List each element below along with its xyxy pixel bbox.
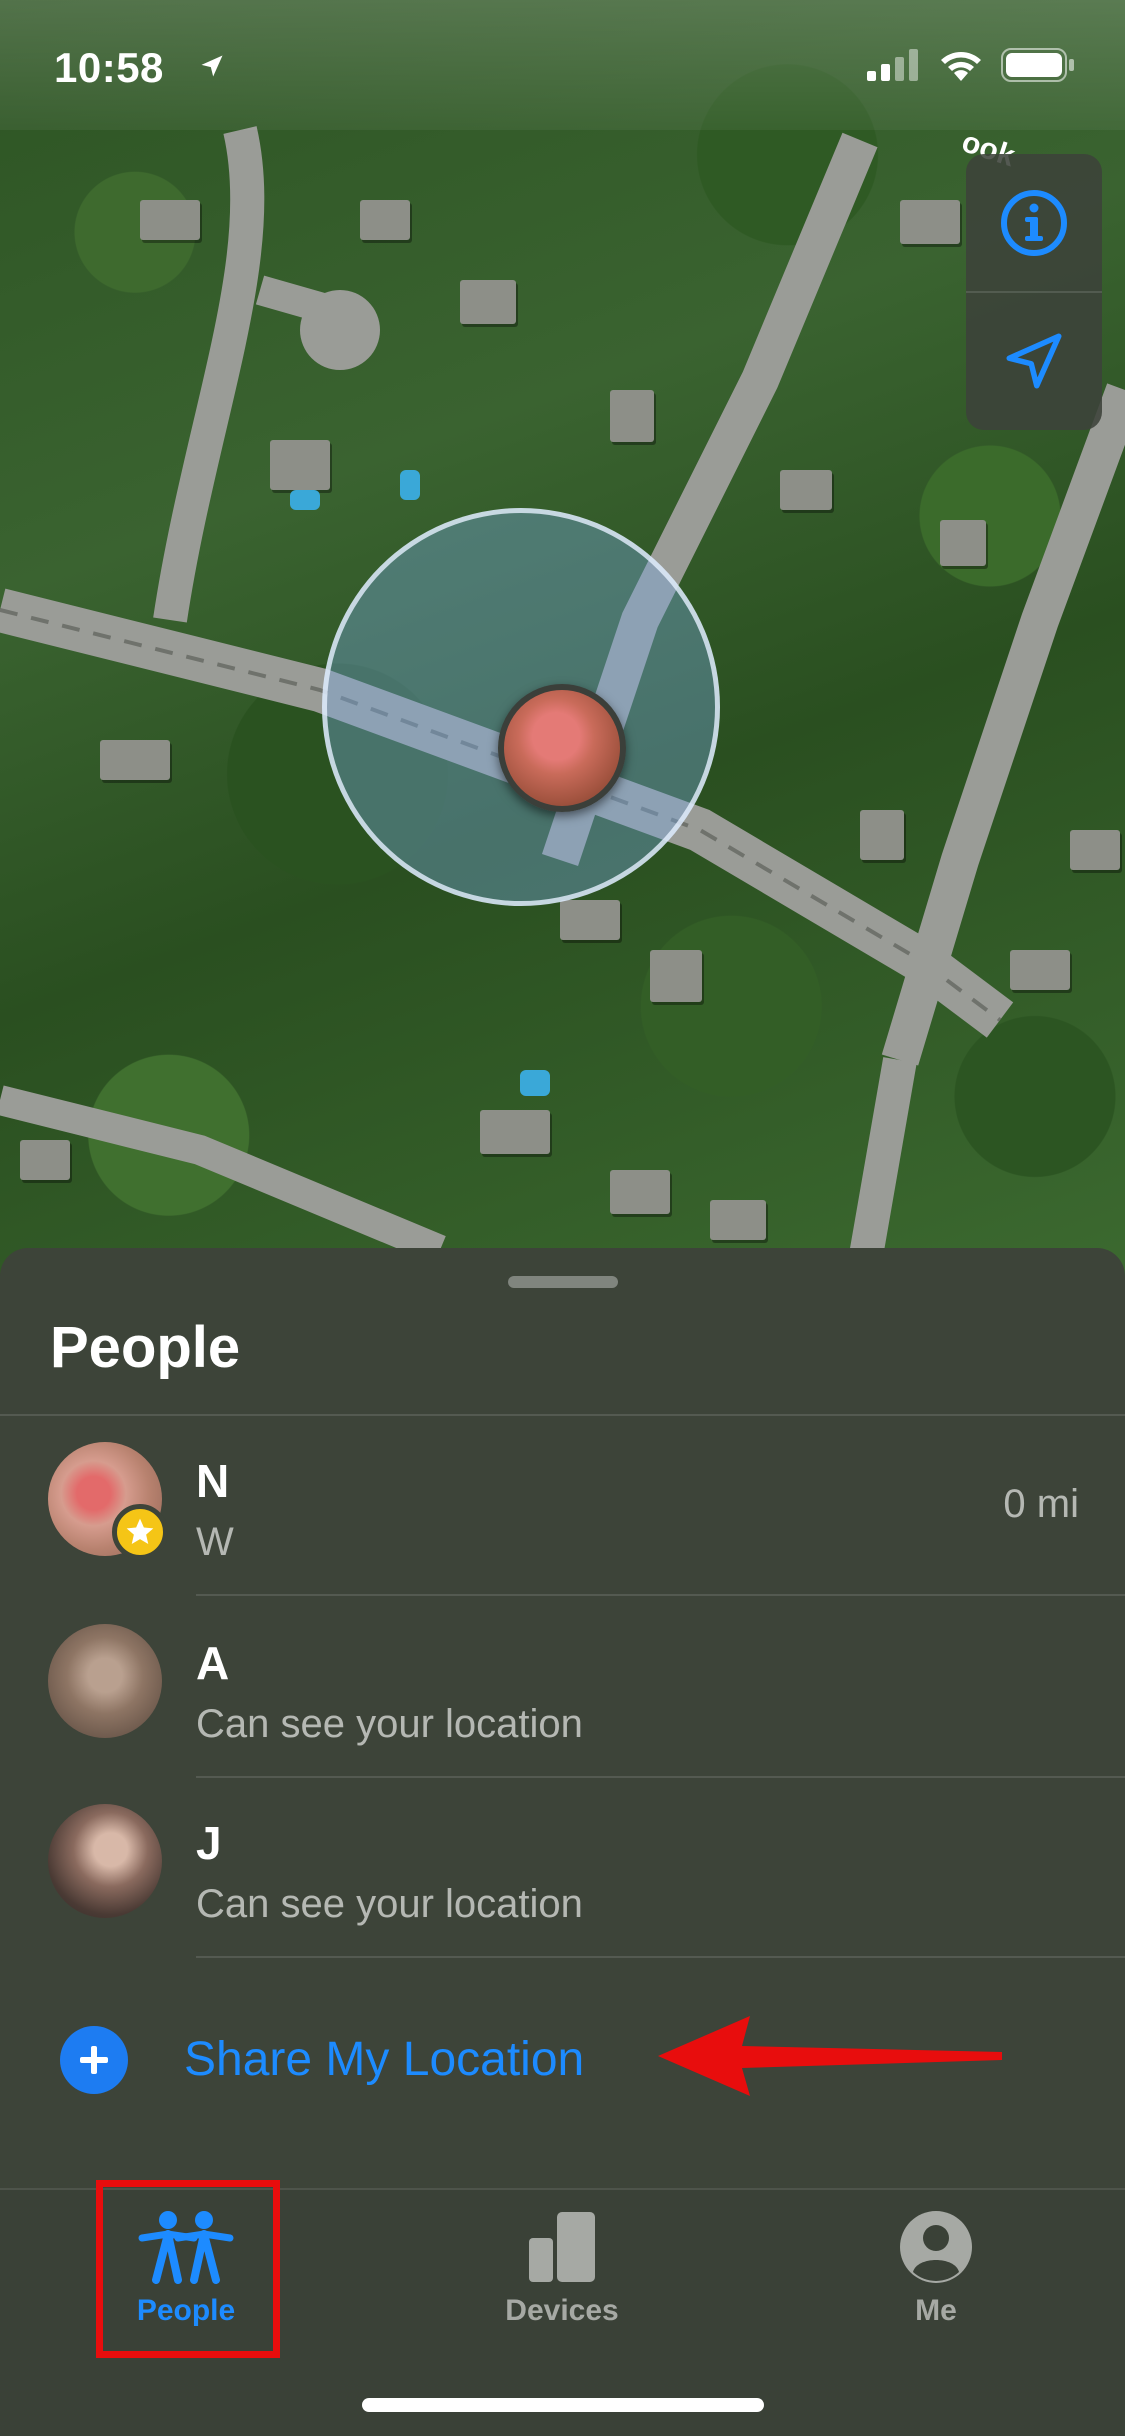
- map-house: [940, 520, 986, 566]
- map-house: [1010, 950, 1070, 990]
- map-info-button[interactable]: [966, 154, 1102, 292]
- location-arrow-icon: [1006, 333, 1062, 389]
- divider: [196, 1594, 1125, 1596]
- map-controls: [966, 154, 1102, 430]
- sheet-grabber[interactable]: [508, 1276, 618, 1288]
- person-name: N: [196, 1455, 230, 1507]
- sheet-title: People: [50, 1315, 241, 1380]
- person-subtitle: Can see your location: [196, 1882, 583, 1926]
- map-house: [860, 810, 904, 860]
- favorite-star-icon: [112, 1504, 168, 1560]
- map-house: [610, 1170, 670, 1214]
- avatar: [48, 1804, 162, 1918]
- map-pool: [520, 1070, 550, 1096]
- person-name: A: [196, 1637, 230, 1689]
- status-indicators: [867, 48, 1075, 87]
- map-view[interactable]: ook 10:58: [0, 0, 1125, 1290]
- map-pool: [290, 490, 320, 510]
- map-house: [560, 900, 620, 940]
- wifi-icon: [939, 48, 983, 87]
- tab-label: Devices: [505, 2294, 619, 2327]
- map-house: [480, 1110, 550, 1154]
- person-row[interactable]: N W 0 mi: [0, 1416, 1125, 1596]
- battery-icon: [1001, 48, 1075, 87]
- map-house: [100, 740, 170, 780]
- tab-label: Me: [915, 2294, 957, 2327]
- person-name: J: [196, 1817, 222, 1869]
- map-pool: [400, 470, 420, 500]
- person-row[interactable]: A Can see your location: [0, 1598, 1125, 1778]
- map-house: [650, 950, 702, 1002]
- divider: [196, 1956, 1125, 1958]
- person-row[interactable]: J Can see your location: [0, 1778, 1125, 1958]
- info-icon: [1001, 190, 1067, 256]
- person-map-pin-avatar[interactable]: [498, 684, 626, 812]
- map-house: [460, 280, 516, 324]
- map-house: [360, 200, 410, 240]
- annotation-arrow-icon: [658, 2016, 1002, 2096]
- person-subtitle: Can see your location: [196, 1702, 583, 1746]
- map-house: [1070, 830, 1120, 870]
- person-subtitle: W: [196, 1520, 234, 1564]
- cellular-signal-icon: [867, 49, 921, 86]
- map-house: [780, 470, 832, 510]
- map-house: [710, 1200, 766, 1240]
- tab-devices[interactable]: Devices: [452, 2210, 672, 2360]
- tab-me[interactable]: Me: [826, 2210, 1046, 2360]
- person-circle-icon: [900, 2211, 972, 2283]
- home-indicator: [362, 2398, 764, 2412]
- plus-icon: [60, 2026, 128, 2094]
- map-house: [140, 200, 200, 240]
- devices-icon: [529, 2212, 595, 2282]
- share-my-location-label: Share My Location: [184, 2033, 585, 2086]
- annotation-highlight-box: [96, 2180, 280, 2358]
- status-time: 10:58: [54, 44, 164, 91]
- map-house: [20, 1140, 70, 1180]
- track-location-button[interactable]: [966, 292, 1102, 430]
- location-arrow-icon: [198, 52, 226, 85]
- map-house: [270, 440, 330, 490]
- avatar: [48, 1624, 162, 1738]
- map-house: [610, 390, 654, 442]
- map-house: [900, 200, 960, 244]
- person-distance: 0 mi: [1003, 1482, 1079, 1526]
- status-bar: 10:58: [0, 0, 1125, 130]
